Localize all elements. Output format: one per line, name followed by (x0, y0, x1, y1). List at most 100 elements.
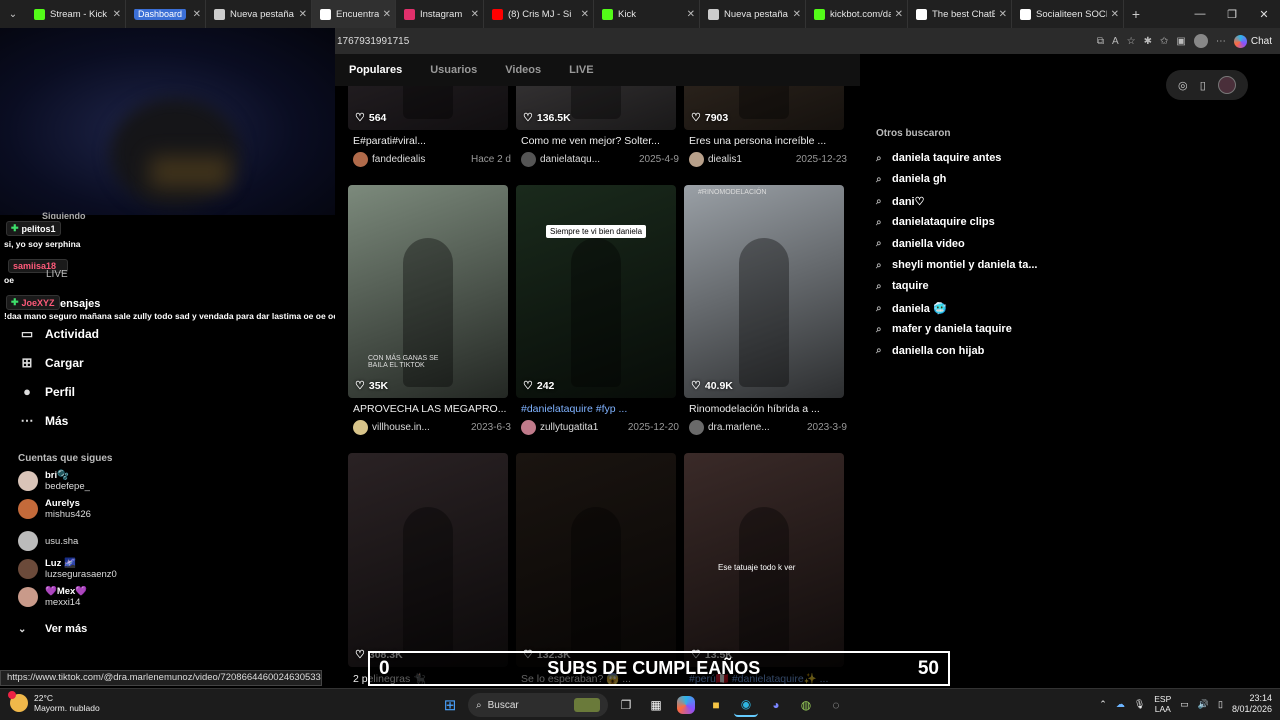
file-explorer-icon[interactable]: ■ (704, 693, 728, 717)
tab-1[interactable]: Dashboard ✕ (126, 0, 206, 28)
tab-7[interactable]: Nueva pestaña ✕ (700, 0, 806, 28)
following-account[interactable]: 💜Mex💜 mexxi14 (18, 586, 318, 608)
weather-widget[interactable]: 22°C Mayorm. nublado (8, 691, 100, 713)
video-title[interactable]: APROVECHA LAS MEGAPRO... (353, 403, 508, 415)
related-search-item[interactable]: ⌕ taquire (876, 280, 929, 292)
tab-8[interactable]: kickbot.com/dashb ✕ (806, 0, 908, 28)
tab-videos[interactable]: Videos (491, 54, 555, 86)
tab-9[interactable]: The best ChatBot a ✕ (908, 0, 1012, 28)
volume-icon[interactable]: 🔊 (1198, 699, 1209, 710)
tab-6[interactable]: Kick ✕ (594, 0, 700, 28)
following-account[interactable]: Luz 🌌 luzsegurasaenz0 (18, 558, 318, 580)
tab-actions-menu-icon[interactable]: ⌄ (0, 0, 26, 28)
edge-icon[interactable]: ◉ (734, 693, 758, 717)
author-avatar[interactable] (689, 420, 704, 435)
author-name[interactable]: villhouse.in... (372, 422, 467, 433)
tab-5[interactable]: (8) Cris MJ - Si ✕ (484, 0, 594, 28)
video-thumbnail[interactable]: #RINOMODELACIÓN ♡ 40.9K (684, 185, 844, 398)
video-title[interactable]: Eres una persona increíble ... (689, 135, 844, 147)
close-tab-icon[interactable]: ✕ (299, 9, 307, 20)
task-view-icon[interactable]: ❐ (614, 693, 638, 717)
close-tab-icon[interactable]: ✕ (1111, 9, 1119, 20)
author-avatar[interactable] (521, 420, 536, 435)
close-tab-icon[interactable]: ✕ (383, 9, 391, 20)
related-search-item[interactable]: ⌕ daniella video (876, 238, 965, 250)
following-account[interactable]: usu.sha (18, 531, 318, 551)
close-tab-icon[interactable]: ✕ (193, 9, 201, 20)
following-account[interactable]: Aurelys mishus426 (18, 498, 318, 520)
translate-icon[interactable]: A (1112, 36, 1119, 47)
video-thumbnail[interactable]: ♡308.3K (348, 453, 508, 667)
video-thumbnail[interactable]: Ese tatuaje todo k ver♡13.5K (684, 453, 844, 667)
tab-usuarios[interactable]: Usuarios (416, 54, 491, 86)
following-account[interactable]: bri🫧 bedefepe_ (18, 470, 318, 492)
tab-10[interactable]: Socialiteen SOCIAL ✕ (1012, 0, 1124, 28)
taskbar-search[interactable]: ⌕ Buscar (468, 693, 608, 717)
related-search-item[interactable]: ⌕ daniela gh (876, 173, 946, 185)
new-tab-button[interactable]: + (1124, 6, 1148, 22)
app-icon[interactable]: ◍ (794, 693, 818, 717)
compass-icon[interactable]: ◎ (1178, 79, 1188, 92)
language-indicator[interactable]: ESP LAA (1154, 694, 1171, 714)
tab-3[interactable]: Encuentra 'Daniela ✕ (312, 0, 396, 28)
windows-start-icon[interactable]: ⊞ (438, 693, 462, 717)
author-avatar[interactable] (689, 152, 704, 167)
related-search-item[interactable]: ⌕ sheyli montiel y daniela ta... (876, 259, 1038, 271)
author-name[interactable]: danielataqu... (540, 154, 635, 165)
author-avatar[interactable] (521, 152, 536, 167)
see-more-link[interactable]: ⌄ Ver más (18, 623, 87, 635)
more-options-icon[interactable]: ⋯ (1216, 36, 1226, 47)
copilot-button[interactable]: Chat (1233, 34, 1272, 48)
close-window-icon[interactable]: ✕ (1248, 0, 1280, 28)
sidebar-item-1[interactable]: ⊞ Cargar (18, 348, 99, 377)
maximize-icon[interactable]: ❐ (1216, 0, 1248, 28)
live-nav-label[interactable]: LIVE (46, 269, 86, 280)
onedrive-icon[interactable]: ☁ (1116, 699, 1125, 710)
related-search-item[interactable]: ⌕ mafer y daniela taquire (876, 323, 1012, 335)
close-tab-icon[interactable]: ✕ (793, 9, 801, 20)
messages-nav-label[interactable]: ensajes (60, 298, 100, 310)
close-tab-icon[interactable]: ✕ (999, 9, 1007, 20)
related-search-item[interactable]: ⌕ daniela taquire antes (876, 152, 1001, 164)
close-tab-icon[interactable]: ✕ (113, 9, 121, 20)
author-avatar[interactable] (353, 152, 368, 167)
obs-icon[interactable]: ◌ (824, 693, 848, 717)
favorite-star-icon[interactable]: ☆ (1127, 36, 1136, 47)
video-thumbnail[interactable]: ♡132.3K (516, 453, 676, 667)
video-title[interactable]: #danielataquire #fyp ... (521, 403, 676, 415)
url-field[interactable]: 1767931991715 (337, 36, 1097, 47)
store-icon[interactable]: ▦ (644, 693, 668, 717)
sidebar-item-2[interactable]: ● Perfil (18, 377, 99, 406)
clock[interactable]: 23:14 8/01/2026 (1232, 693, 1272, 715)
sidebar-item-3[interactable]: ⋯ Más (18, 406, 99, 435)
copilot-app-icon[interactable] (677, 696, 695, 714)
close-tab-icon[interactable]: ✕ (687, 9, 695, 20)
extensions-icon[interactable]: ✱ (1144, 36, 1152, 47)
video-title[interactable]: Rinomodelación híbrida a ... (689, 403, 844, 415)
tab-live[interactable]: LIVE (555, 54, 607, 86)
favorites-icon[interactable]: ✩ (1160, 36, 1168, 47)
tab-4[interactable]: Instagram ✕ (396, 0, 484, 28)
close-tab-icon[interactable]: ✕ (895, 9, 903, 20)
sidebar-item-0[interactable]: ▭ Actividad (18, 319, 99, 348)
video-title[interactable]: E#parati#viral... (353, 135, 508, 147)
collections-icon[interactable]: ▣ (1176, 36, 1185, 47)
tab-2[interactable]: Nueva pestaña ✕ (206, 0, 312, 28)
chevron-up-icon[interactable]: ⌃ (1099, 699, 1107, 710)
related-search-item[interactable]: ⌕ dani♡ (876, 195, 924, 208)
video-title[interactable]: Como me ven mejor? Solter... (521, 135, 676, 147)
microphone-icon[interactable]: 🎙 (1134, 699, 1145, 710)
author-avatar[interactable] (353, 420, 368, 435)
user-avatar[interactable] (1217, 76, 1236, 94)
author-name[interactable]: fandediealis (372, 154, 467, 165)
tab-populares[interactable]: Populares (335, 54, 416, 86)
video-thumbnail[interactable]: CON MÁS GANAS SE BAILA EL TIKTOK ♡ 35K (348, 185, 508, 398)
author-name[interactable]: zullytugatita1 (540, 422, 624, 433)
tab-0[interactable]: Stream - Kick Dash ✕ (26, 0, 126, 28)
close-tab-icon[interactable]: ✕ (581, 9, 589, 20)
network-icon[interactable]: ▭ (1180, 699, 1189, 710)
related-search-item[interactable]: ⌕ daniella con hijab (876, 345, 984, 357)
author-name[interactable]: diealis1 (708, 154, 792, 165)
video-thumbnail[interactable]: Siempre te vi bien daniela ♡ 242 (516, 185, 676, 398)
battery-icon[interactable]: ▯ (1218, 699, 1223, 710)
